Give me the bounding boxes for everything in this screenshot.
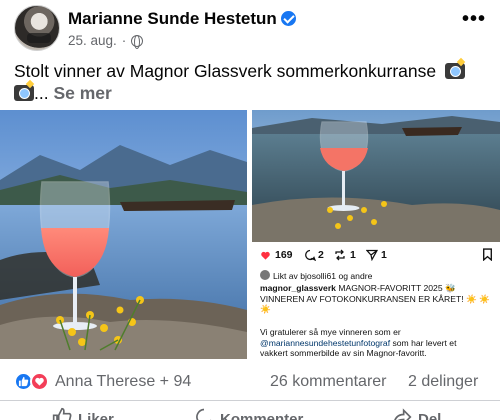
caption-line3: ☀️ [260, 304, 271, 314]
caption-line1: MAGNOR-FAVORITT 2025 🐝 [338, 283, 456, 293]
post-action-bar: Liker Kommenter Del [0, 400, 500, 420]
comments-count[interactable]: 26 kommentarer [270, 373, 387, 391]
author-name-text[interactable]: Marianne Sunde Hestetun [68, 9, 277, 28]
post-meta: 25. aug. · [68, 33, 144, 49]
like-button[interactable]: Liker [52, 407, 114, 420]
globe-icon [131, 34, 144, 49]
verified-badge-icon [280, 11, 296, 26]
author-name[interactable]: Marianne Sunde Hestetun [68, 9, 296, 29]
more-options-button[interactable]: ••• [462, 8, 486, 31]
comment-button[interactable]: Kommenter [194, 407, 303, 420]
thumbs-up-icon [52, 407, 72, 420]
avatar[interactable] [14, 5, 60, 51]
like-button-label: Liker [78, 411, 114, 420]
comment-button-label: Kommenter [220, 411, 304, 420]
liker-avatar [260, 270, 270, 280]
instagram-mention-link[interactable]: @mariannesundehestetunfotograf [260, 338, 390, 348]
caption-line2: VINNEREN AV FOTOKONKURRANSEN ER KÅRET! ☀… [260, 293, 490, 304]
comment-icon[interactable] [304, 249, 316, 261]
post-photo-left[interactable] [0, 110, 247, 359]
body-line2: som har levert et [390, 337, 457, 348]
share-button-label: Del [418, 411, 442, 420]
instagram-caption: magnor_glassverk MAGNOR-FAVORITT 2025 🐝 … [260, 283, 496, 315]
comment-bubble-icon [196, 408, 212, 420]
instagram-reposts-count: 1 [350, 249, 356, 261]
heart-icon[interactable] [260, 250, 271, 261]
share-arrow-icon [394, 408, 412, 420]
meta-separator: · [121, 33, 127, 48]
repost-icon[interactable] [334, 249, 346, 261]
share-button[interactable]: Del [392, 407, 441, 420]
instagram-comments-count: 2 [318, 249, 324, 261]
instagram-likes-count: 169 [275, 249, 293, 261]
instagram-action-row: 169 2 1 1 [260, 248, 492, 264]
liked-by-text[interactable]: Likt av bjosolli61 og andre [273, 271, 372, 281]
send-icon[interactable] [366, 249, 378, 261]
instagram-shares-count: 1 [381, 249, 387, 261]
shares-count[interactable]: 2 delinger [408, 373, 478, 391]
post-text-body: Stolt vinner av Magnor Glassverk sommerk… [14, 61, 437, 81]
post-photo-right[interactable]: 169 2 1 1 Likt av bjosolli61 og andre ma… [252, 110, 500, 359]
instagram-liked-by: Likt av bjosolli61 og andre [260, 270, 496, 282]
body-line1: Vi gratulerer så mye vinneren som er [260, 327, 401, 337]
love-reaction-icon[interactable] [30, 372, 49, 391]
camera-flash-emoji-icon [14, 85, 34, 101]
camera-flash-emoji-icon [444, 63, 465, 79]
instagram-username[interactable]: magnor_glassverk [260, 283, 336, 293]
post-date[interactable]: 25. aug. [68, 33, 117, 48]
body-line3: vakkert sommerbilde av sin Magnor-favori… [260, 348, 427, 358]
post-text: Stolt vinner av Magnor Glassverk sommerk… [14, 60, 486, 104]
reactions-summary: Anna Therese + 94 26 kommentarer 2 delin… [0, 368, 500, 396]
instagram-body: Vi gratulerer så mye vinneren som er @ma… [260, 327, 496, 359]
bookmark-icon[interactable] [482, 248, 493, 261]
reactor-names[interactable]: Anna Therese + 94 [55, 373, 191, 391]
post-header: Marianne Sunde Hestetun 25. aug. · ••• [0, 0, 500, 58]
instagram-wine-glass-photo [252, 110, 500, 242]
see-more-link[interactable]: Se mer [53, 83, 111, 103]
wine-glass-lake-photo [0, 110, 247, 359]
post-text-ellipsis: ... [34, 83, 49, 103]
